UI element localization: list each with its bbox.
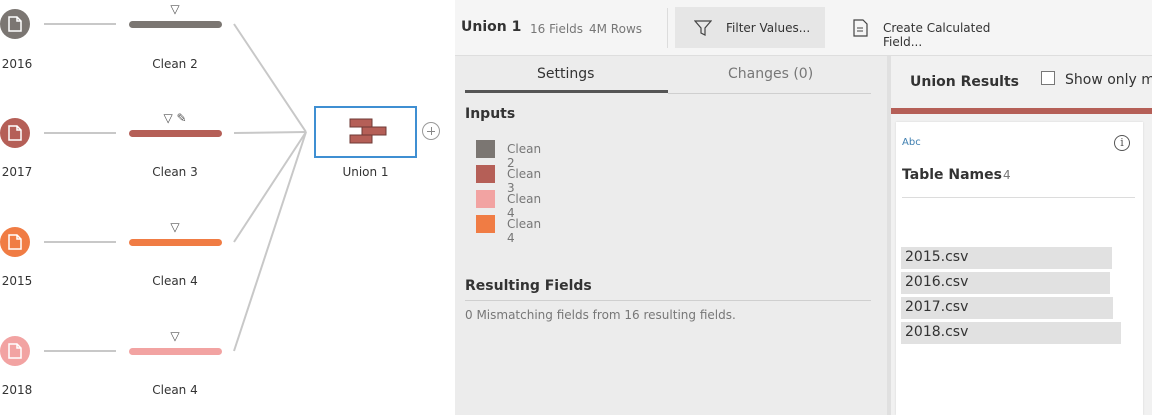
clean-step-node[interactable] xyxy=(129,21,222,28)
clean-step-icons: ▽ xyxy=(170,220,180,234)
toolbar-divider xyxy=(667,8,668,48)
input-color-swatch xyxy=(476,215,495,233)
create-calculated-field-label: Create Calculated Field... xyxy=(883,21,991,49)
input-label: Clean 4 xyxy=(507,217,542,245)
results-color-bar xyxy=(891,108,1152,114)
input-color-swatch xyxy=(476,140,495,158)
input-color-swatch xyxy=(476,165,495,183)
file-icon xyxy=(8,16,22,32)
clean-step-icons: ▽ xyxy=(170,329,180,343)
plus-circle-icon[interactable] xyxy=(422,122,440,140)
union-results-pane: Union Results Show only m Abc i Table Na… xyxy=(891,56,1152,415)
union-results-title: Union Results xyxy=(910,74,1019,90)
source-node-2016[interactable] xyxy=(0,9,30,39)
clean-step-label: Clean 2 xyxy=(152,57,198,71)
flow-pane: 2016 2017 2015 2018 ▽ Clean 2 ▽ ✎ Clean … xyxy=(0,0,455,415)
input-label: Clean 2 xyxy=(507,142,542,170)
resulting-fields-heading: Resulting Fields xyxy=(465,278,592,294)
file-icon xyxy=(8,343,22,359)
value-row[interactable]: 2017.csv xyxy=(901,297,1113,319)
value-label: 2017.csv xyxy=(905,299,969,315)
value-label: 2018.csv xyxy=(905,324,969,340)
step-title: Union 1 xyxy=(461,19,522,35)
info-icon[interactable]: i xyxy=(1114,135,1130,151)
step-toolbar: Union 1 16 Fields 4M Rows Filter Values.… xyxy=(455,0,1152,56)
show-only-label: Show only m xyxy=(1065,72,1152,88)
union-icon xyxy=(349,118,387,144)
source-node-2015[interactable] xyxy=(0,227,30,257)
clean-step-node[interactable] xyxy=(129,130,222,137)
filter-values-button[interactable]: Filter Values... xyxy=(675,7,825,48)
input-label: Clean 3 xyxy=(507,167,542,195)
clean-step-icons: ▽ xyxy=(170,2,180,16)
tab-changes[interactable]: Changes (0) xyxy=(728,66,813,82)
row-count: 4M Rows xyxy=(589,22,643,36)
step-panel: Union 1 16 Fields 4M Rows Filter Values.… xyxy=(455,0,1152,415)
field-count: 16 Fields xyxy=(530,22,584,36)
file-icon xyxy=(8,125,22,141)
source-label: 2016 xyxy=(1,57,33,71)
field-name: Table Names xyxy=(902,167,1002,183)
value-row[interactable]: 2018.csv xyxy=(901,322,1121,344)
source-label: 2015 xyxy=(1,274,33,288)
clean-step-icons: ▽ ✎ xyxy=(163,111,187,125)
settings-pane: Settings Changes (0) Inputs Clean 2 Clea… xyxy=(455,56,887,415)
clean-step-node[interactable] xyxy=(129,239,222,246)
show-only-checkbox[interactable] xyxy=(1041,71,1055,85)
field-distinct-count: 4 xyxy=(1003,168,1011,182)
flow-connectors xyxy=(44,23,307,352)
section-divider xyxy=(465,300,871,301)
file-icon xyxy=(8,234,22,250)
value-label: 2015.csv xyxy=(905,249,969,265)
field-profile-card: Abc i Table Names 4 2015.csv 2016.csv 20… xyxy=(896,122,1143,415)
create-calculated-field-button[interactable]: Create Calculated Field... xyxy=(843,7,1033,49)
tab-settings[interactable]: Settings xyxy=(537,66,594,82)
input-color-swatch xyxy=(476,190,495,208)
value-row[interactable]: 2015.csv xyxy=(901,247,1112,269)
source-label: 2017 xyxy=(1,165,33,179)
clean-step-label: Clean 3 xyxy=(152,165,198,179)
union-step-label: Union 1 xyxy=(342,165,389,179)
union-step-node[interactable] xyxy=(314,106,417,158)
source-label: 2018 xyxy=(1,383,33,397)
inputs-heading: Inputs xyxy=(465,106,516,122)
card-divider xyxy=(902,197,1135,198)
source-node-2018[interactable] xyxy=(0,336,30,366)
calculated-field-icon xyxy=(853,19,868,37)
resulting-fields-summary: 0 Mismatching fields from 16 resulting f… xyxy=(465,308,736,322)
clean-step-label: Clean 4 xyxy=(152,274,198,288)
value-label: 2016.csv xyxy=(905,274,969,290)
value-row[interactable]: 2016.csv xyxy=(901,272,1110,294)
clean-step-label: Clean 4 xyxy=(152,383,198,397)
input-label: Clean 4 xyxy=(507,192,542,220)
clean-step-node[interactable] xyxy=(129,348,222,355)
string-type-icon[interactable]: Abc xyxy=(902,137,921,148)
funnel-icon xyxy=(694,20,712,36)
filter-values-label: Filter Values... xyxy=(726,21,811,35)
active-tab-indicator xyxy=(465,90,668,93)
source-node-2017[interactable] xyxy=(0,118,30,148)
tab-divider xyxy=(668,93,871,94)
